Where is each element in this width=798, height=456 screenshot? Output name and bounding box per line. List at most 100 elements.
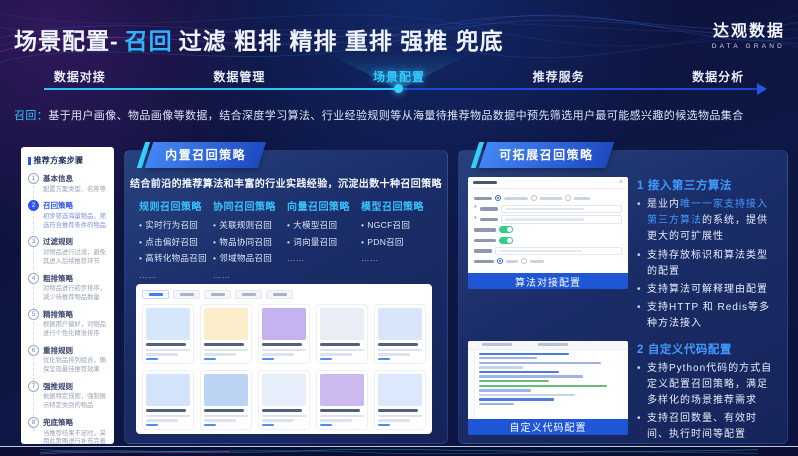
step-recall-strategy: 2 召回策略 初步筛选海量物品，筛选符合推荐条件的物品 [28,200,107,230]
algo-dialog-column: × * * 算法对接配置 [468,177,628,335]
column-title: 规则召回策略 [139,198,213,213]
radio-icon [497,258,503,264]
title-rest: 过滤 粗排 精排 重排 强推 兜底 [179,28,504,54]
tab-data-management[interactable]: 数据管理 [160,68,320,85]
recall-description: 召回：基于用户画像、物品画像等数据，结合深度学习算法、行业经验规则等从海量待推荐… [14,107,744,123]
step-fine-rank: 5 精排策略 根据用户偏好，对物品进行个性化精准排序 [28,309,107,339]
bullet-item: 支持算法可解释理由配置 [637,282,777,298]
steps-list: 1 基本信息 配置方案类型、名称等 2 召回策略 初步筛选海量物品，筛选符合推荐… [28,173,107,447]
builtin-strategy-badge: 内置召回策略 [141,142,262,168]
bottom-wave-decoration [0,446,798,456]
step-title: 重排规则 [43,345,107,356]
custom-code-bullets: 支持Python代码的方式自定义配置召回策略，满足多样化的场景推荐需求 支持召回… [637,361,777,444]
recall-label: 召回： [14,110,48,122]
strategy-item-more: …… [213,267,287,284]
step-title: 强推规则 [43,381,107,392]
step-number: 8 [28,417,39,428]
gallery-tab [235,290,262,299]
strategy-card [374,370,426,430]
bullet-item: 支持Python代码的方式自定义配置召回策略，满足多样化的场景推荐需求 [637,361,777,410]
strategy-gallery-screenshot [136,284,432,434]
tab-recommend-service[interactable]: 推荐服务 [479,68,639,85]
builtin-intro-text: 结合前沿的推荐算法和丰富的行业实践经验，沉淀出数十种召回策略 [125,175,447,190]
strategy-item: 大模型召回 [287,217,361,234]
column-title: 向量召回策略 [287,198,361,213]
slide: 场景配置-召回过滤 粗排 精排 重排 强推 兜底 达观数据 DATA GRAND… [0,0,798,456]
strategy-column-model: 模型召回策略 NGCF召回 PDN召回 …… [361,198,435,283]
third-party-text: 1接入第三方算法 是业内唯一一家支持接入第三方算法的系统，提供更大的可扩展性 支… [637,177,777,335]
code-lines [475,350,628,419]
section-heading: 2自定义代码配置 [637,341,777,357]
strategy-item: 实时行为召回 [139,217,213,234]
custom-code-section: 自定义代码配置 2自定义代码配置 支持Python代码的方式自定义配置召回策略，… [459,341,787,446]
toggle-on-icon [499,237,513,244]
gallery-grid [142,304,426,434]
gallery-tab [204,290,231,299]
step-desc: 对物品进行过滤，避免其进入后续推荐环节 [43,249,107,267]
dialog-form: * * [468,189,628,271]
step-number: 2 [28,200,39,211]
tab-data-analysis[interactable]: 数据分析 [638,68,798,85]
strategy-item-more: …… [361,250,435,267]
tab-data-integration[interactable]: 数据对接 [0,68,160,85]
radio-icon [521,258,527,264]
radio-icon [565,195,571,201]
section-heading: 1接入第三方算法 [637,177,777,193]
strategy-item: 高转化物品召回 [139,250,213,267]
recall-text: 基于用户画像、物品画像等数据，结合深度学习算法、行业经验规则等从海量待推荐物品数… [48,110,743,122]
badge-label: 可拓展召回策略 [499,146,594,163]
tab-scene-config[interactable]: 场景配置 [319,68,479,85]
brand-logo-en: DATA GRAND [712,43,785,50]
code-editor-column: 自定义代码配置 [468,341,628,446]
custom-code-text: 2自定义代码配置 支持Python代码的方式自定义配置召回策略，满足多样化的场景… [637,341,777,446]
bullet-item: 支持HTTP 和 Redis等多种方法接入 [637,300,777,332]
step-coarse-rank: 4 粗排策略 对物品进行初步排序，减少待推荐物品数量 [28,273,107,303]
strategy-card [316,370,368,430]
step-title: 粗排策略 [43,273,107,284]
strategy-item: 邻域物品召回 [213,250,287,267]
arrow-right-icon [757,83,767,95]
bullet-item: 支持存放标识和算法类型的配置 [637,248,777,280]
strategy-column-collab: 协同召回策略 关联规则召回 物品协同召回 邻域物品召回 …… [213,198,287,283]
extensible-strategy-badge: 可拓展召回策略 [475,142,610,168]
strategy-columns: 规则召回策略 实时行为召回 点击偏好召回 高转化物品召回 …… 协同召回策略 关… [139,198,435,283]
step-desc: 依据特定规则，强制展示特定类别的物品 [43,393,107,411]
line-number-gutter [468,350,475,419]
custom-code-button[interactable]: 自定义代码配置 [468,419,628,435]
column-title: 协同召回策略 [213,198,287,213]
step-title: 基本信息 [43,173,107,184]
strategy-card [142,370,194,430]
step-number: 4 [28,273,39,284]
badge-label: 内置召回策略 [165,146,246,163]
builtin-strategy-panel: 内置召回策略 结合前沿的推荐算法和丰富的行业实践经验，沉淀出数十种召回策略 规则… [124,150,448,444]
dialog-titlebar: × [468,177,628,189]
strategy-card [374,304,426,364]
brand-logo: 达观数据 DATA GRAND [712,17,785,50]
step-desc: 初步筛选海量物品，筛选符合推荐条件的物品 [43,213,107,231]
strategy-card [200,304,252,364]
radio-icon [531,195,537,201]
step-desc: 配置方案类型、名称等 [43,186,107,195]
algo-config-button[interactable]: 算法对接配置 [468,273,628,289]
close-icon: × [619,179,623,186]
strategy-item: 物品协同召回 [213,234,287,251]
title-prefix: 场景配置- [14,28,119,54]
column-title: 模型召回策略 [361,198,435,213]
code-editor-screenshot [468,341,628,419]
gallery-tab [142,290,169,299]
strategy-card [316,304,368,364]
step-number: 6 [28,345,39,356]
strategy-item-more: …… [287,250,361,267]
strategy-item: 关联规则召回 [213,217,287,234]
text-input [501,205,622,214]
strategy-card [258,304,310,364]
sidebar-title: 推荐方案步骤 [28,155,107,166]
step-number: 1 [28,173,39,184]
strategy-card [258,370,310,430]
step-basic-info: 1 基本信息 配置方案类型、名称等 [28,173,107,194]
step-desc: 当推荐结果不足时，采用此策略进行补充完善 [43,430,107,448]
step-desc: 优化物品排列组合，确保呈现最佳推荐效果 [43,357,107,375]
step-title: 精排策略 [43,309,107,320]
step-number: 3 [28,236,39,247]
gallery-tab [173,290,200,299]
